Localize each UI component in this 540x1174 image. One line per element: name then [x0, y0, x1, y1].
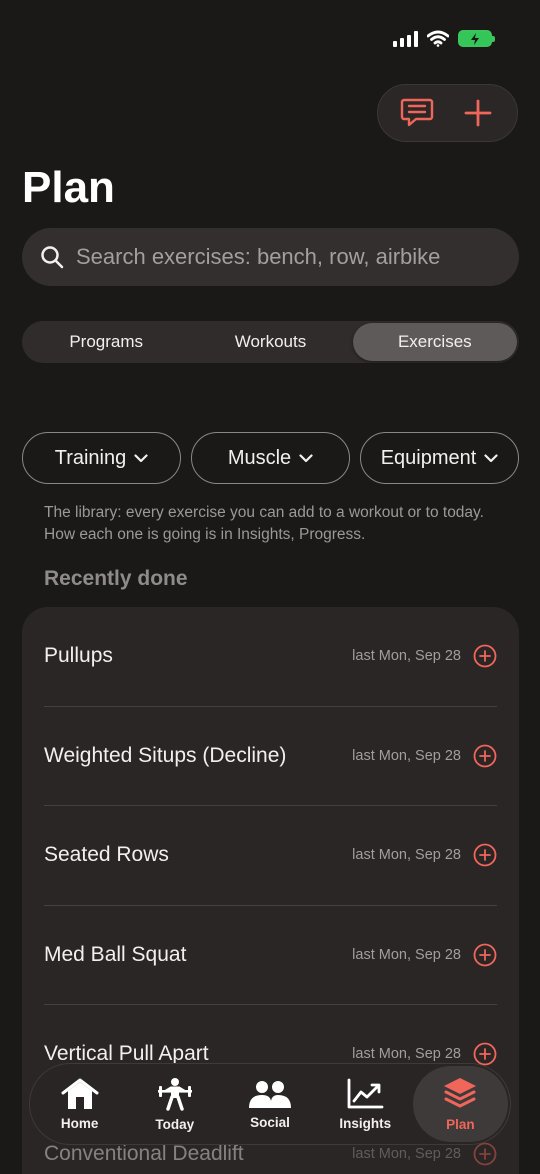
chevron-down-icon [134, 453, 148, 462]
list-item[interactable]: Pullups last Mon, Sep 28 [44, 607, 497, 707]
add-circle-icon[interactable] [473, 1142, 497, 1166]
tab-plan[interactable]: Plan [412, 1066, 509, 1142]
last-done-date: last Mon, Sep 28 [352, 946, 461, 963]
exercise-name: Med Ball Squat [44, 942, 187, 966]
search-placeholder: Search exercises: bench, row, airbike [76, 244, 441, 269]
tab-label: Plan [446, 1116, 475, 1132]
last-done-date: last Mon, Sep 28 [352, 1145, 461, 1162]
tab-home[interactable]: Home [32, 1066, 127, 1142]
page-title: Plan [22, 163, 115, 212]
message-icon [400, 98, 433, 127]
add-circle-icon[interactable] [473, 943, 497, 967]
status-bar [393, 30, 495, 47]
add-button[interactable] [454, 89, 502, 137]
exercise-name: Weighted Situps (Decline) [44, 743, 287, 767]
last-done-date: last Mon, Sep 28 [352, 747, 461, 764]
last-done-date: last Mon, Sep 28 [352, 648, 461, 665]
last-done-date: last Mon, Sep 28 [352, 847, 461, 864]
search-icon [41, 246, 64, 269]
plus-icon [464, 99, 492, 127]
filter-muscle[interactable]: Muscle [191, 432, 350, 484]
filter-training[interactable]: Training [22, 432, 181, 484]
exercise-name: Pullups [44, 644, 113, 668]
exercise-name: Conventional Deadlift [44, 1141, 244, 1165]
list-item[interactable]: Med Ball Squat last Mon, Sep 28 [44, 906, 497, 1005]
add-circle-icon[interactable] [473, 744, 497, 768]
weightlifter-icon [157, 1077, 192, 1111]
add-circle-icon[interactable] [473, 644, 497, 668]
signal-icon [393, 30, 418, 47]
filter-equipment[interactable]: Equipment [360, 432, 519, 484]
section-title: Recently done [44, 567, 188, 590]
wifi-icon [427, 30, 449, 47]
tab-label: Social [250, 1114, 290, 1130]
list-item[interactable]: Seated Rows last Mon, Sep 28 [44, 806, 497, 906]
tab-label: Home [60, 1115, 99, 1131]
filter-bar: Training Muscle Equipment [22, 432, 519, 484]
tab-workouts[interactable]: Workouts [188, 323, 352, 361]
chevron-down-icon [484, 453, 498, 462]
header-actions [377, 84, 518, 142]
tab-exercises[interactable]: Exercises [352, 323, 517, 361]
library-description: The library: every exercise you can add … [44, 504, 484, 543]
tab-programs[interactable]: Programs [24, 323, 188, 361]
tab-today[interactable]: Today [127, 1066, 222, 1142]
tab-social[interactable]: Social [222, 1066, 317, 1142]
list-item[interactable]: Weighted Situps (Decline) last Mon, Sep … [44, 707, 497, 806]
exercise-name: Seated Rows [44, 843, 169, 867]
tab-label: Today [155, 1116, 195, 1132]
chart-icon [347, 1078, 384, 1108]
filter-label: Muscle [227, 446, 292, 469]
filter-label: Equipment [380, 446, 477, 469]
chevron-down-icon [299, 453, 313, 462]
home-icon [61, 1078, 99, 1109]
tab-bar: Home Today Social Insights Plan [29, 1063, 511, 1145]
tab-insights[interactable]: Insights [318, 1066, 413, 1142]
search-input[interactable]: Search exercises: bench, row, airbike [22, 228, 519, 286]
layers-icon [444, 1077, 477, 1107]
tab-label: Insights [339, 1115, 392, 1131]
message-button[interactable] [393, 89, 441, 137]
add-circle-icon[interactable] [473, 843, 497, 867]
filter-label: Training [54, 446, 127, 469]
people-icon [249, 1080, 291, 1108]
battery-charging-icon [458, 30, 495, 47]
segmented-control: Programs Workouts Exercises [22, 321, 519, 363]
last-done-date: last Mon, Sep 28 [352, 1046, 461, 1063]
